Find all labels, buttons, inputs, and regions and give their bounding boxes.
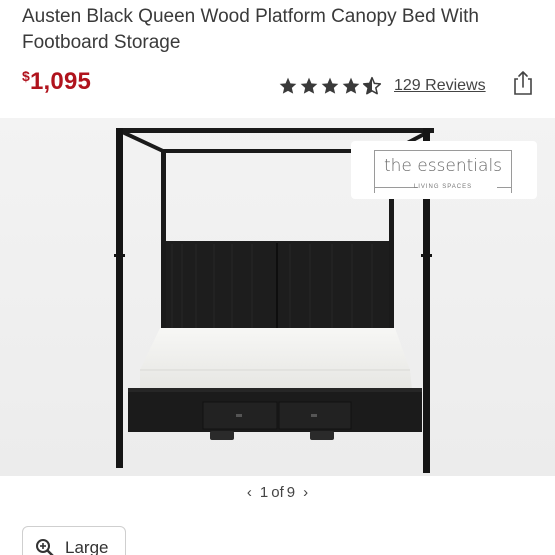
zoom-in-icon <box>36 539 54 555</box>
star-half-icon <box>362 76 382 95</box>
star-full-icon <box>342 77 360 94</box>
star-full-icon <box>300 77 318 94</box>
share-icon[interactable] <box>510 69 536 97</box>
gallery-pager: ‹ 1 of 9 › <box>0 484 555 501</box>
pager-of: of <box>271 484 284 501</box>
brand-badge-subtitle: LIVING SPACES <box>413 184 473 190</box>
star-rating <box>278 76 382 96</box>
product-title: Austen Black Queen Wood Platform Canopy … <box>22 6 479 53</box>
zoom-label: Large <box>65 538 109 555</box>
star-full-icon <box>321 77 339 94</box>
rating-row: 129 Reviews <box>278 72 486 100</box>
next-image-button[interactable]: › <box>303 484 308 501</box>
star-full-icon <box>279 77 297 94</box>
product-price: $1,095 <box>22 68 91 96</box>
zoom-large-button[interactable]: Large <box>22 526 126 555</box>
price-value: 1,095 <box>30 68 92 95</box>
pager-total: 9 <box>286 484 296 501</box>
prev-image-button[interactable]: ‹ <box>247 484 252 501</box>
reviews-link[interactable]: 129 Reviews <box>394 77 486 95</box>
price-currency: $ <box>22 68 30 84</box>
pager-current: 1 <box>259 484 269 501</box>
brand-badge-title: the essentials <box>383 156 503 176</box>
